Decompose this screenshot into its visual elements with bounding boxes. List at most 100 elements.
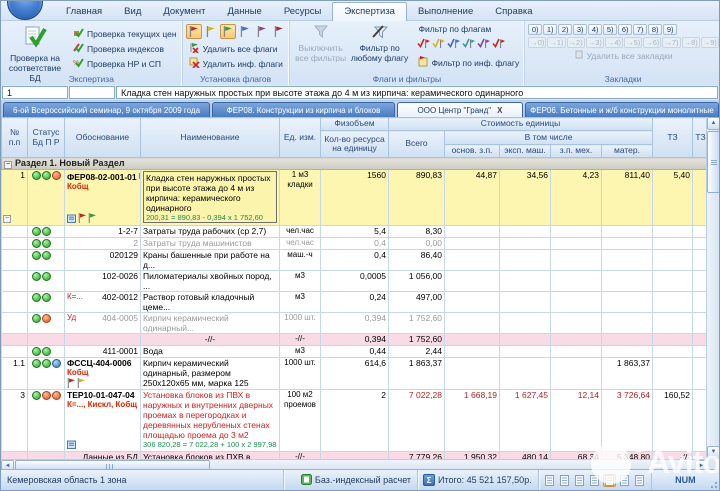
cell-status[interactable] [28, 390, 65, 452]
statusbar-tool-icon-6[interactable] [633, 474, 646, 487]
cell-zpm[interactable] [551, 358, 602, 390]
cell-tz[interactable]: 160,52 [653, 390, 693, 452]
cell-num[interactable] [2, 346, 28, 358]
cell-num[interactable] [2, 334, 28, 346]
formula-input[interactable]: Кладка стен наружных простых при высоте … [116, 86, 718, 99]
cell-obosnovanie[interactable]: ФССЦ-404-0006Кобщ [65, 358, 141, 390]
bookmark-5-button[interactable]: 5) [603, 24, 617, 35]
statusbar-tool-icon-3[interactable] [588, 474, 601, 487]
tab-vid[interactable]: Вид [113, 2, 152, 21]
cell-total[interactable]: 86,40 [389, 250, 445, 271]
set-flag-button-0[interactable] [186, 24, 202, 39]
statusbar-tool-icon-1[interactable] [558, 474, 571, 487]
set-flag-button-4[interactable] [254, 24, 270, 39]
collapse-icon[interactable]: − [4, 161, 12, 169]
cell-status[interactable] [28, 170, 65, 226]
cell-mat[interactable]: 811,40 [602, 170, 653, 226]
cell-zpm[interactable]: 4,23 [551, 170, 602, 226]
filter-flag-button-4[interactable] [477, 36, 490, 54]
header-including[interactable]: В том числе [445, 131, 653, 145]
cell-obosnovanie[interactable] [65, 334, 141, 346]
set-flag-button-2[interactable] [220, 24, 236, 39]
bookmark-goto-7-button[interactable]: →7) [662, 37, 680, 48]
cell-obosnovanie[interactable]: ФЕР08-02-001-01Кобщ [65, 170, 141, 226]
cell-zpm[interactable]: 12,14 [551, 390, 602, 452]
filter-flag-button-5[interactable] [492, 36, 505, 54]
cell-status[interactable] [28, 313, 65, 334]
cell-obosnovanie[interactable]: 2 [65, 238, 141, 250]
cell-ozp[interactable] [445, 271, 500, 292]
cell-name selected-cell[interactable]: Кладка стен наружных простых при высоте … [141, 170, 280, 226]
cell-qty[interactable]: 1560 [321, 170, 389, 226]
cell-name[interactable]: Установка блоков из ПХВ в наружных и вну… [141, 452, 280, 460]
cell-qty[interactable] [321, 452, 389, 460]
table-row[interactable]: 3ТЕР10-01-047-04К=..., Кискл, КобщУстано… [2, 390, 709, 452]
cell-total[interactable]: 1 752,60 [389, 313, 445, 334]
cell-em[interactable] [500, 292, 551, 313]
name-box[interactable] [69, 86, 115, 99]
bookmark-0-button[interactable]: 0) [528, 24, 542, 35]
tab-ekspertiza[interactable]: Экспертиза [332, 2, 407, 21]
cell-obosnovanie[interactable]: Уд404-0005 [65, 313, 141, 334]
cell-qty[interactable]: 0,4 [321, 250, 389, 271]
cell-em[interactable] [500, 226, 551, 238]
cell-qty[interactable]: 0,0005 [321, 271, 389, 292]
cell-status[interactable] [28, 358, 65, 390]
scroll-down-icon[interactable]: ▼ [707, 446, 720, 459]
filter-inf-flag-button[interactable]: Фильтр по инф. флагу [415, 55, 523, 70]
cell-num[interactable] [2, 313, 28, 334]
cell-total[interactable]: 890,83 [389, 170, 445, 226]
cell-unit[interactable]: 1000 шт. [280, 313, 321, 334]
header-ozp[interactable]: основ. з.п. [445, 145, 500, 158]
cell-zpm[interactable] [551, 292, 602, 313]
bookmark-goto-9-button[interactable]: →9) [701, 37, 719, 48]
set-flag-button-1[interactable] [203, 24, 219, 39]
cell-obosnovanie[interactable]: ТЕР10-01-047-04К=..., Кискл, Кобщ [65, 390, 141, 452]
table-row[interactable]: 1.1ФССЦ-404-0006КобщКирпич керамический … [2, 358, 709, 390]
cell-name[interactable]: Кирпич керамический одинарный, размером … [141, 358, 280, 390]
cell-zpm[interactable] [551, 271, 602, 292]
table-row[interactable]: К=...402-0012Раствор готовый кладочный ц… [2, 292, 709, 313]
cell-em[interactable]: 480,14 [500, 452, 551, 460]
bookmark-goto-8-button[interactable]: →8) [682, 37, 700, 48]
cell-mat[interactable]: 3 726,64 [602, 390, 653, 452]
cell-unit[interactable]: маш.-ч [280, 250, 321, 271]
cell-mat[interactable] [602, 292, 653, 313]
cell-status[interactable] [28, 226, 65, 238]
check-db-button[interactable]: Проверка на соответствие БД [4, 23, 66, 72]
cell-ozp[interactable] [445, 292, 500, 313]
cell-tz[interactable] [653, 334, 693, 346]
cell-num[interactable] [2, 238, 28, 250]
cell-em[interactable] [500, 271, 551, 292]
cell-mat[interactable]: 5 348,80 [602, 452, 653, 460]
cell-zpm[interactable] [551, 334, 602, 346]
disable-all-filters-button[interactable]: Выключить все фильтры [293, 23, 349, 72]
cell-qty[interactable]: 5,4 [321, 226, 389, 238]
cell-name[interactable]: Кирпич керамический одинарный... [141, 313, 280, 334]
cell-unit[interactable]: -//- [280, 334, 321, 346]
cell-obosnovanie[interactable]: К=...402-0012 [65, 292, 141, 313]
cell-tz[interactable]: 5,40 [653, 170, 693, 226]
cell-zpm[interactable] [551, 250, 602, 271]
table-row[interactable]: 102-0026Пиломатериалы хвойных пород, ...… [2, 271, 709, 292]
tab-resursy[interactable]: Ресурсы [273, 2, 332, 21]
filter-flag-button-3[interactable] [462, 36, 475, 54]
cell-unit[interactable]: м3 [280, 346, 321, 358]
cell-ozp[interactable] [445, 334, 500, 346]
cell-mat[interactable]: 1 863,37 [602, 358, 653, 390]
cell-name[interactable]: Затраты труда рабочих (ср 2,7) [141, 226, 280, 238]
cell-status[interactable] [28, 292, 65, 313]
cell-tz[interactable] [653, 250, 693, 271]
tab-dannye[interactable]: Данные [217, 2, 273, 21]
delete-all-flags-button[interactable]: Удалить все флаги [186, 41, 287, 56]
cell-obosnovanie[interactable]: 102-0026 [65, 271, 141, 292]
cell-ozp[interactable] [445, 238, 500, 250]
table-row[interactable]: 1-2-7Затраты труда рабочих (ср 2,7)чел.ч… [2, 226, 709, 238]
cell-ozp[interactable]: 1 950,32 [445, 452, 500, 460]
vertical-scrollbar[interactable]: ▲ ▼ [706, 117, 719, 459]
bookmark-2-button[interactable]: 2) [558, 24, 572, 35]
cell-mat[interactable] [602, 226, 653, 238]
cell-qty[interactable]: 0,44 [321, 346, 389, 358]
doc-tab-fer08[interactable]: ФЕР08. Конструкции из кирпича и блоков [212, 102, 395, 117]
cell-unit[interactable]: 1000 шт. [280, 358, 321, 390]
